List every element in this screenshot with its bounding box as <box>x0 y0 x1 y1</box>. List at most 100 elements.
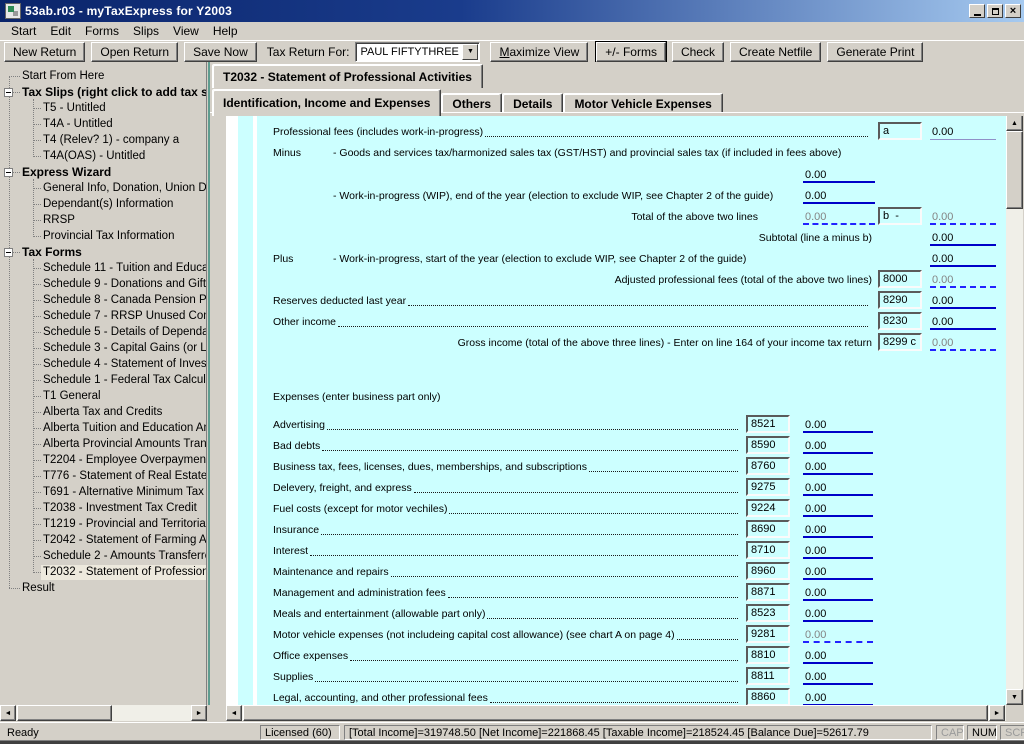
sidebar-item-t1-general[interactable]: T1 General <box>41 389 103 404</box>
sidebar-item-t4a-untitled[interactable]: T4A - Untitled <box>41 117 115 132</box>
menu-item-forms[interactable]: Forms <box>78 23 126 39</box>
form-hscroll-thumb[interactable] <box>243 705 988 721</box>
sidebar-hscroll-left-button[interactable]: ◄ <box>0 705 16 721</box>
maximize-view-button[interactable]: Maximize View <box>490 42 588 62</box>
form-row: Office expenses88100.00 <box>226 649 1006 665</box>
form-vscroll-thumb[interactable] <box>1006 131 1023 209</box>
sidebar-item-schedule-5-details-of-dependant[interactable]: Schedule 5 - Details of Dependant <box>41 325 207 340</box>
form-row-prefix: Plus <box>273 252 293 267</box>
amount-field[interactable]: 0.00 <box>803 481 873 496</box>
sidebar-item-t2042-statement-of-farming-acti[interactable]: T2042 - Statement of Farming Acti <box>41 533 207 548</box>
form-vscroll-down-button[interactable]: ▼ <box>1006 689 1023 705</box>
form-hscroll-left-button[interactable]: ◄ <box>226 705 242 721</box>
sidebar-item-provincial-tax-information[interactable]: Provincial Tax Information <box>41 229 176 244</box>
open-return-button[interactable]: Open Return <box>91 42 178 62</box>
sidebar-item-express-wizard[interactable]: Express Wizard <box>20 165 113 180</box>
sidebar-item-t4-relev-1-company-a[interactable]: T4 (Relev? 1) - company a <box>41 133 181 148</box>
amount-field[interactable]: 0.00 <box>930 294 996 309</box>
form-vscroll-up-button[interactable]: ▲ <box>1006 115 1023 131</box>
taxpayer-select[interactable]: PAUL FIFTYTHREE ▼ <box>355 42 480 62</box>
sidebar-item-dependant-s-information[interactable]: Dependant(s) Information <box>41 197 175 212</box>
form-label-leader: Interest <box>273 544 740 559</box>
save-now-button[interactable]: Save Now <box>184 42 257 62</box>
menu-item-slips[interactable]: Slips <box>126 23 166 39</box>
sidebar-item-general-info-donation-union-due[interactable]: General Info, Donation, Union Due <box>41 181 207 196</box>
arrow-up-icon: ▲ <box>1011 120 1018 127</box>
tab-t2032[interactable]: T2032 - Statement of Professional Activi… <box>212 64 483 88</box>
sidebar-item-schedule-7-rrsp-unused-contribu[interactable]: Schedule 7 - RRSP Unused Contribu <box>41 309 207 324</box>
menu-item-view[interactable]: View <box>166 23 206 39</box>
sidebar-item-tax-slips-right-click-to-add-tax-sl[interactable]: Tax Slips (right click to add tax sl <box>20 85 207 100</box>
generate-print-button[interactable]: Generate Print <box>827 42 923 62</box>
sidebar-item-start-from-here[interactable]: Start From Here <box>20 69 106 84</box>
amount-field[interactable]: 0.00 <box>803 189 875 204</box>
amount-field[interactable]: 0.00 <box>803 607 873 622</box>
tree-expander-minus[interactable] <box>4 168 13 177</box>
sidebar-item-t2032-statement-of-professional[interactable]: T2032 - Statement of Professional <box>41 565 207 580</box>
sidebar-item-result[interactable]: Result <box>20 581 57 596</box>
amount-field[interactable]: 0.00 <box>803 460 873 475</box>
arrow-left-icon: ◄ <box>5 710 12 717</box>
form-label-leader: Business tax, fees, licenses, dues, memb… <box>273 460 740 475</box>
sidebar-item-alberta-tax-and-credits[interactable]: Alberta Tax and Credits <box>41 405 164 420</box>
amount-field[interactable]: 0.00 <box>803 418 873 433</box>
sidebar-item-schedule-9-donations-and-gifts[interactable]: Schedule 9 - Donations and Gifts <box>41 277 207 292</box>
sidebar-item-schedule-8-canada-pension-plan[interactable]: Schedule 8 - Canada Pension Plan ( <box>41 293 207 308</box>
amount-field[interactable]: 0.00 <box>803 523 873 538</box>
menu-item-edit[interactable]: Edit <box>43 23 78 39</box>
sidebar-item-t776-statement-of-real-estate-re[interactable]: T776 - Statement of Real Estate Re <box>41 469 207 484</box>
amount-field[interactable]: 0.00 <box>930 315 996 330</box>
sidebar-item-t2204-employee-overpayment-of[interactable]: T2204 - Employee Overpayment of <box>41 453 207 468</box>
check-button[interactable]: Check <box>672 42 724 62</box>
sidebar-item-alberta-provincial-amounts-transfe[interactable]: Alberta Provincial Amounts Transfe <box>41 437 207 452</box>
tree-connector <box>33 332 41 333</box>
tab-identification-income-expenses[interactable]: Identification, Income and Expenses <box>212 89 441 116</box>
sidebar-item-alberta-tuition-and-education-amou[interactable]: Alberta Tuition and Education Amou <box>41 421 207 436</box>
sidebar-item-schedule-4-statement-of-investm[interactable]: Schedule 4 - Statement of Investm <box>41 357 207 372</box>
tree-expander-minus[interactable] <box>4 88 13 97</box>
amount-field[interactable]: 0.00 <box>803 565 873 580</box>
menu-item-help[interactable]: Help <box>206 23 245 39</box>
field-code-box: 8590 <box>746 436 790 454</box>
sidebar-hscroll-thumb[interactable] <box>17 705 112 721</box>
minimize-button[interactable] <box>969 4 985 18</box>
amount-field[interactable]: 0.00 <box>930 252 996 267</box>
sidebar-item-schedule-2-amounts-transferred[interactable]: Schedule 2 - Amounts Transferred <box>41 549 207 564</box>
form-hscroll-right-button[interactable]: ► <box>989 705 1005 721</box>
amount-field[interactable]: 0.00 <box>803 649 873 664</box>
sidebar-item-schedule-11-tuition-and-education[interactable]: Schedule 11 - Tuition and Education <box>41 261 207 276</box>
amount-field[interactable]: 0.00 <box>803 544 873 559</box>
restore-button[interactable] <box>987 4 1003 18</box>
tab-motor-vehicle-expenses[interactable]: Motor Vehicle Expenses <box>563 93 722 114</box>
amount-field[interactable]: 0.00 <box>803 168 875 183</box>
sidebar-item-rrsp[interactable]: RRSP <box>41 213 77 228</box>
amount-field[interactable]: 0.00 <box>930 125 996 140</box>
tree-expander-minus[interactable] <box>4 248 13 257</box>
amount-field[interactable]: 0.00 <box>803 586 873 601</box>
sidebar-item-t1219-provincial-and-territorial-al[interactable]: T1219 - Provincial and Territorial Al <box>41 517 207 532</box>
close-button[interactable]: × <box>1005 4 1021 18</box>
sidebar-item-tax-forms[interactable]: Tax Forms <box>20 245 84 260</box>
taxpayer-dropdown-button[interactable]: ▼ <box>462 44 478 60</box>
dotted-leader <box>448 597 738 598</box>
create-netfile-button[interactable]: Create Netfile <box>730 42 821 62</box>
menu-item-start[interactable]: Start <box>4 23 43 39</box>
sidebar-hscroll-right-button[interactable]: ► <box>191 705 207 721</box>
sidebar-item-schedule-1-federal-tax-calculatio[interactable]: Schedule 1 - Federal Tax Calculatio <box>41 373 207 388</box>
amount-field[interactable]: 0.00 <box>803 439 873 454</box>
dotted-leader <box>485 136 868 137</box>
amount-field[interactable]: 0.00 <box>803 502 873 517</box>
amount-field[interactable]: 0.00 <box>930 231 996 246</box>
amount-field[interactable]: 0.00 <box>803 691 873 705</box>
sidebar-item-schedule-3-capital-gains-or-losse[interactable]: Schedule 3 - Capital Gains (or Losse <box>41 341 207 356</box>
plus-minus-forms-button[interactable]: +/- Forms <box>596 42 666 62</box>
tab-others[interactable]: Others <box>441 93 502 114</box>
minimize-icon <box>974 14 981 16</box>
sidebar-item-t691-alternative-minimum-tax[interactable]: T691 - Alternative Minimum Tax <box>41 485 206 500</box>
new-return-button[interactable]: New Return <box>4 42 85 62</box>
sidebar-item-t2038-investment-tax-credit[interactable]: T2038 - Investment Tax Credit <box>41 501 199 516</box>
amount-field[interactable]: 0.00 <box>803 670 873 685</box>
sidebar-item-t5-untitled[interactable]: T5 - Untitled <box>41 101 108 116</box>
sidebar-item-t4a-oas-untitled[interactable]: T4A(OAS) - Untitled <box>41 149 147 164</box>
tab-details[interactable]: Details <box>502 93 563 114</box>
